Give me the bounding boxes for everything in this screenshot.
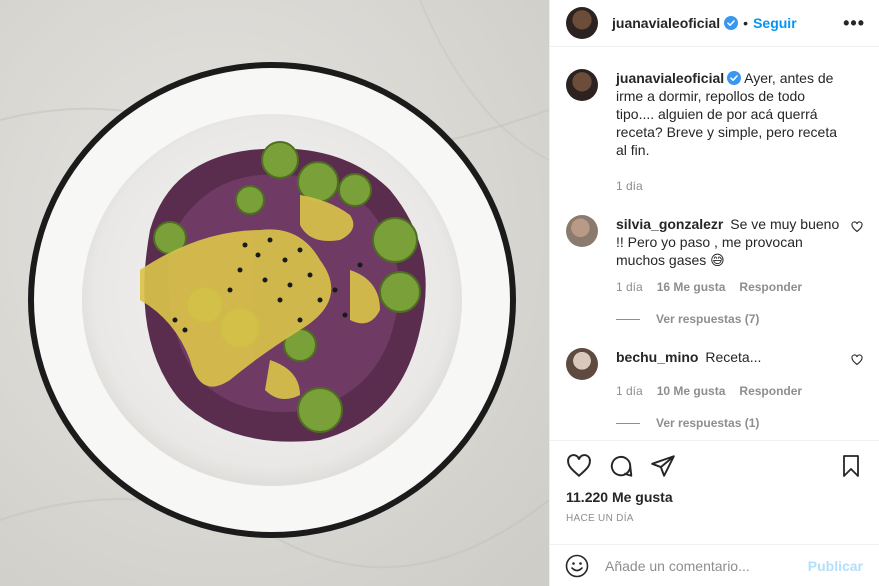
caption-avatar[interactable]	[566, 69, 598, 101]
view-replies-label: Ver respuestas (1)	[656, 416, 760, 430]
comment-username[interactable]: bechu_mino	[616, 349, 698, 365]
caption: juanavialeoficial Ayer, antes de irme a d…	[566, 69, 863, 193]
share-icon[interactable]	[650, 453, 676, 479]
view-replies-button[interactable]: Ver respuestas (7)	[616, 312, 842, 326]
comment-time[interactable]: 1 día	[616, 280, 643, 294]
post-header: juanavialeoficial • Seguir •••	[550, 0, 879, 47]
commenter-avatar[interactable]	[566, 348, 598, 380]
reply-button[interactable]: Responder	[739, 280, 802, 294]
comment-text: Receta...	[705, 349, 762, 365]
post-side-panel: juanavialeoficial • Seguir ••• juanavial…	[549, 0, 879, 586]
bowl-image	[0, 0, 549, 586]
follow-button[interactable]: Seguir	[753, 15, 797, 31]
add-comment-bar: Añade un comentario... Publicar	[549, 544, 879, 586]
comment-time[interactable]: 1 día	[616, 384, 643, 398]
post-photo[interactable]	[0, 0, 549, 586]
replies-line	[616, 422, 640, 424]
verified-badge-icon	[724, 16, 739, 30]
likes-count[interactable]: 11.220 Me gusta	[566, 489, 863, 505]
comment-input[interactable]: Añade un comentario...	[605, 558, 808, 574]
publish-button[interactable]: Publicar	[808, 558, 863, 574]
heart-icon[interactable]	[566, 453, 592, 479]
instagram-post: juanavialeoficial • Seguir ••• juanavial…	[0, 0, 879, 586]
author-username[interactable]: juanavialeoficial	[612, 15, 720, 31]
comment-item: bechu_mino Receta... 1 día 10 Me gusta R…	[566, 348, 863, 430]
verified-badge-icon	[727, 71, 742, 85]
more-options-icon[interactable]: •••	[843, 13, 865, 34]
comment-like-heart-icon[interactable]	[851, 221, 863, 233]
comment-likes[interactable]: 16 Me gusta	[657, 280, 726, 294]
reply-button[interactable]: Responder	[739, 384, 802, 398]
commenter-avatar[interactable]	[566, 215, 598, 247]
separator-dot: •	[743, 15, 749, 31]
smile-icon[interactable]	[565, 554, 589, 578]
comment-item: silvia_gonzalezr Se ve muy bueno !! Pero…	[566, 215, 863, 326]
view-replies-label: Ver respuestas (7)	[656, 312, 760, 326]
comment-like-heart-icon[interactable]	[851, 354, 863, 366]
bookmark-icon[interactable]	[839, 453, 863, 479]
caption-username[interactable]: juanavialeoficial	[616, 70, 724, 86]
view-replies-button[interactable]: Ver respuestas (1)	[616, 416, 842, 430]
comments-list: juanavialeoficial Ayer, antes de irme a d…	[550, 47, 879, 440]
comment-icon[interactable]	[608, 453, 634, 479]
comment-username[interactable]: silvia_gonzalezr	[616, 216, 723, 232]
posted-time: HACE UN DÍA	[566, 513, 634, 524]
caption-time[interactable]: 1 día	[616, 179, 643, 193]
author-avatar[interactable]	[566, 7, 598, 39]
comment-likes[interactable]: 10 Me gusta	[657, 384, 726, 398]
replies-line	[616, 318, 640, 320]
